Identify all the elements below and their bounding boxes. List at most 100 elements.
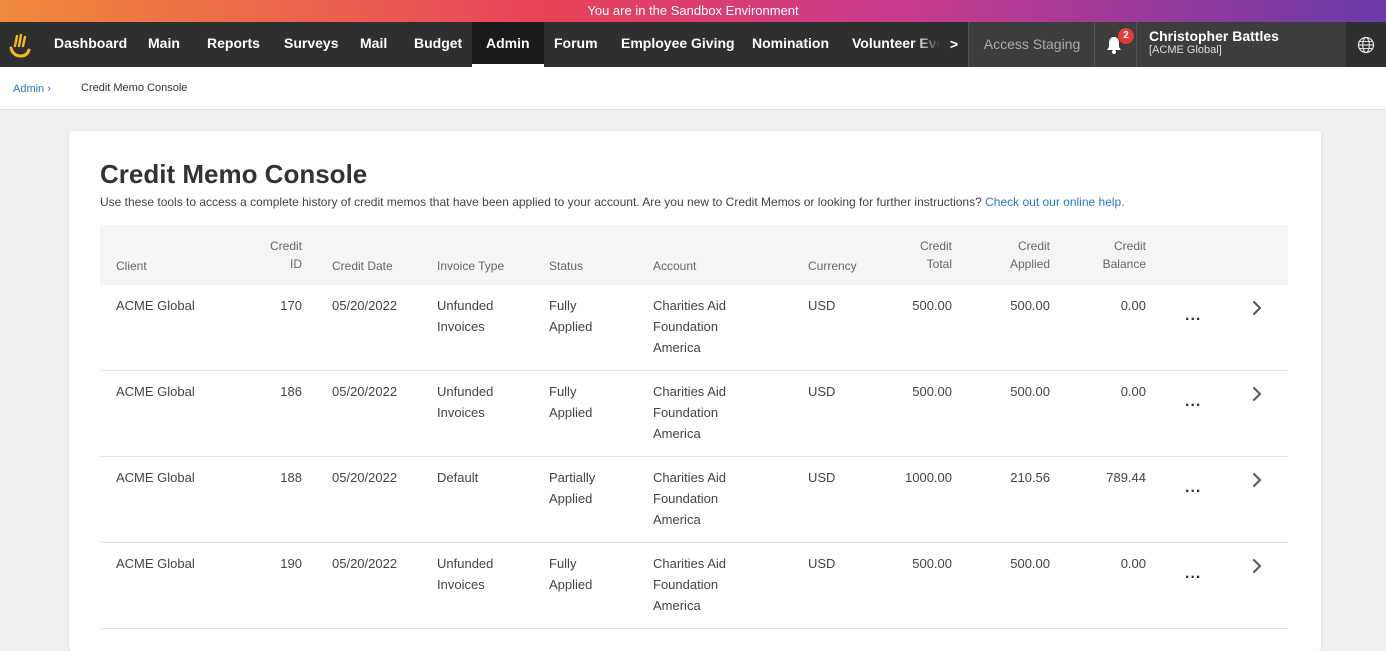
page-title: Credit Memo Console: [100, 159, 368, 189]
header-credit-total-line1: Credit: [919, 239, 952, 253]
nav-dashboard[interactable]: Dashboard: [54, 22, 127, 67]
app-logo[interactable]: [0, 22, 40, 67]
cell-invoice-type-line1: Unfunded: [437, 384, 494, 399]
cell-status-line2: Applied: [549, 319, 593, 334]
cell-credit-applied: 500.00: [1010, 556, 1050, 571]
cell-account-line3: America: [653, 426, 701, 441]
cell-invoice-type: Default: [437, 467, 478, 488]
cell-currency: USD: [808, 470, 836, 485]
header-credit-total-line2: Total: [926, 257, 952, 271]
cell-credit-date: 05/20/2022: [332, 470, 398, 485]
online-help-link[interactable]: Check out our online help.: [985, 195, 1124, 209]
cell-credit-applied: 500.00: [1010, 298, 1050, 313]
cell-credit-balance: 789.44: [1106, 470, 1146, 485]
header-invoice-type[interactable]: Invoice Type: [437, 257, 504, 275]
row-open-button[interactable]: [1250, 299, 1264, 320]
nav-forum[interactable]: Forum: [554, 22, 598, 67]
cell-account-line2: Foundation: [653, 319, 719, 334]
nav-budget[interactable]: Budget: [414, 22, 462, 67]
globe-icon: [1357, 36, 1375, 53]
top-navbar: Dashboard Main Reports Surveys Mail Budg…: [0, 22, 1386, 67]
cell-invoice-type-line1: Default: [437, 470, 479, 485]
cell-account-line2: Foundation: [653, 405, 719, 420]
cell-credit-applied: 210.56: [1010, 470, 1050, 485]
chevron-right-icon: [1253, 301, 1261, 315]
cell-status: Fully Applied: [549, 553, 592, 595]
credit-memo-table: Client Credit ID Credit Date Invoice Typ…: [100, 225, 1288, 629]
nav-mail[interactable]: Mail: [360, 22, 387, 67]
header-credit-total[interactable]: Credit Total: [890, 237, 952, 273]
header-credit-id[interactable]: Credit ID: [250, 237, 302, 273]
cell-client: ACME Global: [116, 556, 195, 571]
header-credit-applied[interactable]: Credit Applied: [990, 237, 1050, 273]
header-account[interactable]: Account: [653, 257, 696, 275]
cell-status-line1: Fully: [549, 384, 577, 399]
cell-invoice-type-line2: Invoices: [437, 405, 485, 420]
cell-account: Charities Aid Foundation America: [653, 295, 726, 358]
header-credit-date[interactable]: Credit Date: [332, 257, 393, 275]
row-actions-menu-button[interactable]: ...: [1185, 565, 1201, 583]
credit-memo-card: Credit Memo Console Use these tools to a…: [69, 131, 1321, 651]
language-button[interactable]: [1346, 22, 1386, 67]
notifications-button[interactable]: 2: [1094, 22, 1137, 67]
table-row-190[interactable]: ACME Global 190 05/20/2022 Unfunded Invo…: [100, 543, 1288, 629]
cell-credit-balance: 0.00: [1120, 298, 1146, 313]
description-text: Use these tools to access a complete his…: [100, 195, 982, 209]
cell-currency: USD: [808, 384, 836, 399]
cell-credit-date: 05/20/2022: [332, 384, 398, 399]
breadcrumb-current: Credit Memo Console: [81, 82, 188, 94]
page-description: Use these tools to access a complete his…: [100, 195, 1125, 209]
cell-account-line2: Foundation: [653, 491, 719, 506]
cell-status-line1: Fully: [549, 298, 577, 313]
table-header: Client Credit ID Credit Date Invoice Typ…: [100, 225, 1288, 285]
cell-credit-total: 500.00: [912, 384, 952, 399]
row-actions-menu-button[interactable]: ...: [1185, 307, 1201, 325]
notification-count-badge: 2: [1118, 28, 1134, 44]
table-row-186[interactable]: ACME Global 186 05/20/2022 Unfunded Invo…: [100, 371, 1288, 457]
row-open-button[interactable]: [1250, 557, 1264, 578]
row-actions-menu-button[interactable]: ...: [1185, 393, 1201, 411]
header-currency[interactable]: Currency: [808, 257, 857, 275]
nav-nomination[interactable]: Nomination: [752, 22, 829, 67]
header-credit-applied-line2: Applied: [1009, 257, 1050, 271]
nav-employee-giving[interactable]: Employee Giving: [621, 22, 735, 67]
cell-status-line2: Applied: [549, 491, 593, 506]
cell-credit-date: 05/20/2022: [332, 298, 398, 313]
cell-account-line3: America: [653, 598, 701, 613]
cell-account-line1: Charities Aid: [653, 556, 726, 571]
nav-surveys[interactable]: Surveys: [284, 22, 338, 67]
table-row-170[interactable]: ACME Global 170 05/20/2022 Unfunded Invo…: [100, 285, 1288, 371]
header-credit-balance[interactable]: Credit Balance: [1090, 237, 1146, 273]
breadcrumb-admin-link[interactable]: Admin ›: [13, 83, 51, 95]
user-organization: [ACME Global]: [1149, 44, 1222, 56]
cell-account-line2: Foundation: [653, 577, 719, 592]
nav-fade-overlay: [915, 22, 940, 67]
header-status[interactable]: Status: [549, 257, 583, 275]
nav-reports[interactable]: Reports: [207, 22, 260, 67]
cell-credit-total: 1000.00: [905, 470, 952, 485]
table-row-188[interactable]: ACME Global 188 05/20/2022 Default Parti…: [100, 457, 1288, 543]
nav-more-button[interactable]: >: [940, 22, 968, 67]
user-menu[interactable]: Christopher Battles [ACME Global]: [1136, 22, 1346, 67]
row-open-button[interactable]: [1250, 385, 1264, 406]
cell-account-line1: Charities Aid: [653, 384, 726, 399]
cell-client: ACME Global: [116, 384, 195, 399]
access-staging-button[interactable]: Access Staging: [968, 22, 1095, 67]
nav-admin[interactable]: Admin: [472, 22, 544, 67]
header-client[interactable]: Client: [116, 257, 147, 275]
header-credit-id-line1: Credit: [269, 239, 302, 253]
cell-account-line1: Charities Aid: [653, 298, 726, 313]
cell-credit-id: 170: [280, 298, 302, 313]
row-open-button[interactable]: [1250, 471, 1264, 492]
cell-credit-id: 186: [280, 384, 302, 399]
cell-status: Fully Applied: [549, 381, 592, 423]
cell-status-line1: Partially: [549, 470, 596, 485]
row-actions-menu-button[interactable]: ...: [1185, 479, 1201, 497]
cell-invoice-type: Unfunded Invoices: [437, 295, 493, 337]
cell-client: ACME Global: [116, 298, 195, 313]
header-credit-balance-line1: Credit: [1113, 239, 1146, 253]
cell-status: Partially Applied: [549, 467, 595, 509]
nav-main[interactable]: Main: [148, 22, 180, 67]
cell-credit-applied: 500.00: [1010, 384, 1050, 399]
cell-invoice-type: Unfunded Invoices: [437, 381, 493, 423]
